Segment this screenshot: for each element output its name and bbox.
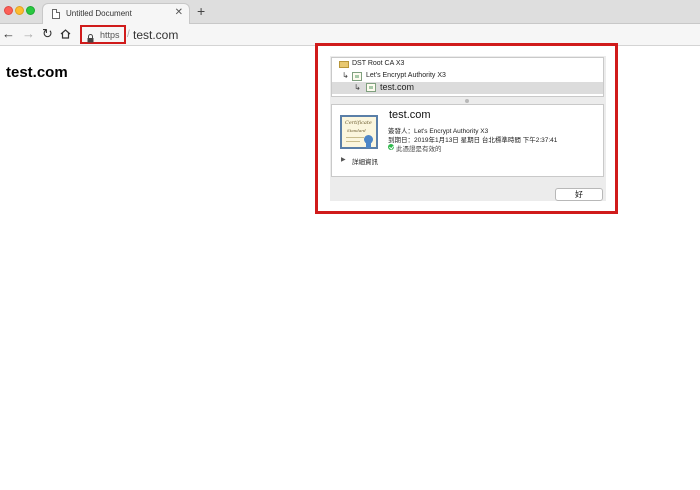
certificate-line [346, 137, 364, 138]
chain-item-root[interactable]: DST Root CA X3 [332, 59, 603, 70]
certificate-chain: DST Root CA X3 ↳ Let's Encrypt Authority… [331, 57, 604, 97]
page-heading: test.com [6, 64, 68, 81]
lock-icon[interactable] [87, 30, 94, 43]
url-separator: / [127, 29, 130, 40]
certificate-icon [352, 72, 362, 81]
url-host: test.com [133, 28, 179, 42]
new-tab-button[interactable]: + [197, 4, 205, 18]
tab-title: Untitled Document [66, 9, 132, 18]
ok-button[interactable]: 好 [555, 188, 603, 201]
details-toggle-label[interactable]: 詳細資訊 [352, 156, 378, 166]
certificate-script-text: Certificate [345, 120, 372, 126]
tab-untitled-document[interactable]: Untitled Document ✕ [42, 3, 190, 25]
chain-item-leaf[interactable]: ↳ test.com [332, 82, 603, 94]
chain-item-label: test.com [380, 82, 415, 92]
forward-button[interactable]: → [22, 27, 35, 41]
home-icon[interactable] [60, 29, 71, 39]
chain-arrow-icon: ↳ [354, 83, 361, 92]
certificate-detail: Certificate Standard test.com 簽發人：Let's … [331, 104, 604, 177]
close-window-button[interactable] [4, 6, 13, 15]
certificate-valid-status: 此憑證是有效的 [396, 146, 442, 153]
tab-bar: Untitled Document ✕ + [0, 0, 700, 25]
document-icon [52, 9, 60, 19]
certificate-line [346, 141, 360, 142]
chain-item-intermediate[interactable]: ↳ Let's Encrypt Authority X3 [332, 71, 603, 82]
certificate-icon [366, 83, 376, 92]
certificate-large-icon: Certificate Standard [340, 115, 378, 149]
reload-button[interactable]: ↻ [42, 27, 53, 41]
check-icon [388, 144, 394, 150]
ribbon-icon [364, 135, 373, 148]
folder-icon [339, 61, 349, 68]
chain-item-label: DST Root CA X3 [352, 60, 405, 67]
disclosure-triangle-icon[interactable]: ▶ [341, 156, 346, 163]
certificate-title: test.com [389, 109, 431, 121]
back-button[interactable]: ← [2, 27, 15, 41]
chain-arrow-icon: ↳ [342, 71, 349, 80]
pane-splitter-handle[interactable] [465, 99, 469, 103]
minimize-window-button[interactable] [15, 6, 24, 15]
url-scheme: https [100, 30, 120, 40]
close-tab-icon[interactable]: ✕ [175, 8, 183, 18]
certificate-script-text: Standard [347, 128, 366, 133]
zoom-window-button[interactable] [26, 6, 35, 15]
chain-item-label: Let's Encrypt Authority X3 [366, 72, 446, 79]
address-bar[interactable]: https / test.com [80, 25, 692, 44]
